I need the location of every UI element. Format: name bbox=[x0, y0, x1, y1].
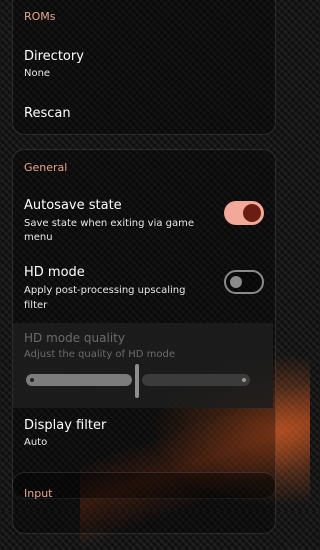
slider-tick bbox=[242, 378, 246, 382]
autosave-title: Autosave state bbox=[24, 198, 122, 213]
autosave-description-line2: menu bbox=[24, 232, 53, 243]
hd-mode-description-line2: filter bbox=[24, 300, 48, 311]
slider-active-track bbox=[26, 374, 132, 386]
roms-section-header: ROMs bbox=[24, 10, 56, 23]
toggle-knob bbox=[243, 204, 261, 222]
slider-thumb[interactable] bbox=[135, 364, 139, 398]
display-filter-title: Display filter bbox=[24, 418, 107, 433]
rescan-button[interactable]: Rescan bbox=[24, 106, 71, 121]
directory-title: Directory bbox=[24, 49, 84, 64]
slider-inactive-track bbox=[142, 374, 250, 386]
autosave-description-line1: Save state when exiting via game bbox=[24, 218, 195, 229]
hd-quality-description: Adjust the quality of HD mode bbox=[24, 349, 175, 360]
directory-value: None bbox=[24, 68, 51, 79]
hd-mode-title: HD mode bbox=[24, 265, 85, 280]
display-filter-value: Auto bbox=[24, 437, 48, 448]
autosave-toggle[interactable] bbox=[224, 201, 264, 225]
toggle-knob bbox=[230, 276, 242, 288]
slider-tick bbox=[30, 378, 34, 382]
input-section-header: Input bbox=[24, 487, 53, 500]
hd-mode-toggle[interactable] bbox=[224, 270, 264, 294]
input-section-card bbox=[12, 472, 276, 534]
hd-mode-description-line1: Apply post-processing upscaling bbox=[24, 285, 186, 296]
hd-quality-title: HD mode quality bbox=[24, 331, 125, 345]
general-section-header: General bbox=[24, 161, 68, 174]
